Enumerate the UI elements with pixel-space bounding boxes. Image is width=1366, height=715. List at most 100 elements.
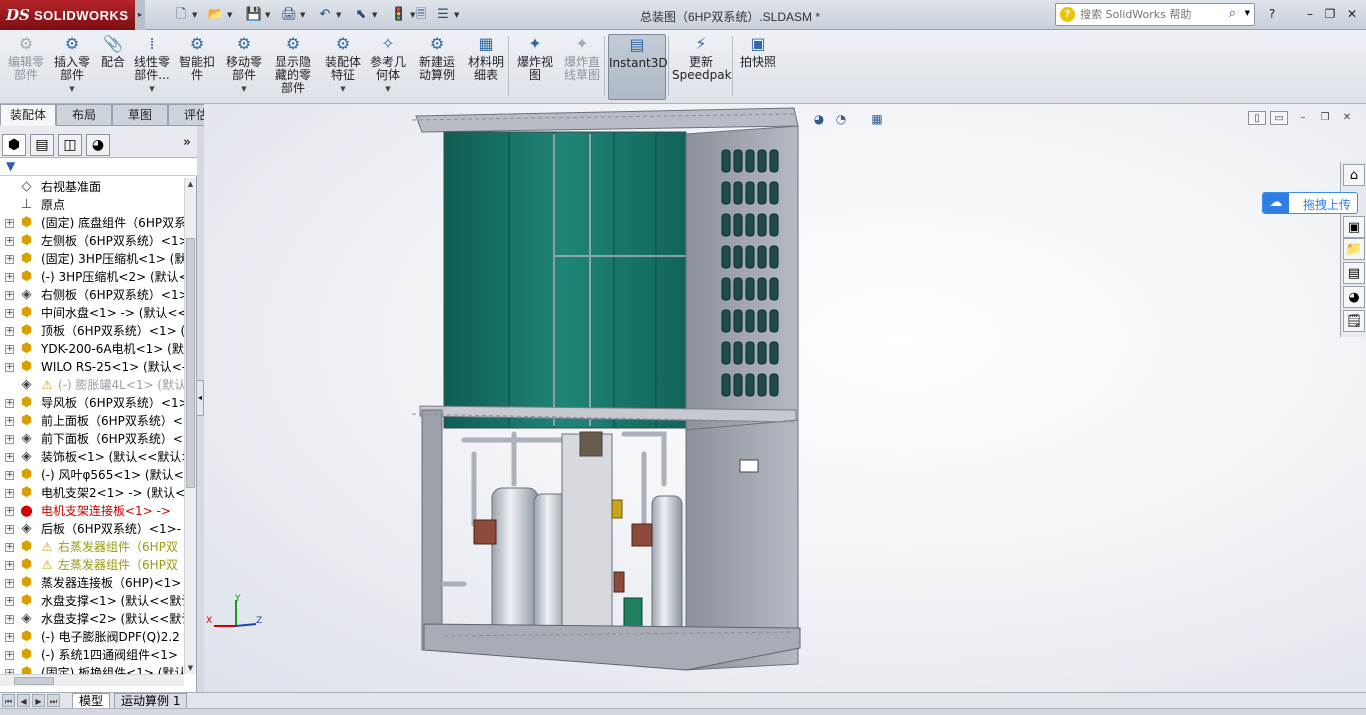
tree-node[interactable]: + ⬢ ⚠ 左蒸发器组件（6HP双	[0, 556, 184, 574]
chevron-down-icon[interactable]: ▼	[222, 83, 266, 96]
expand-icon[interactable]: +	[5, 417, 14, 426]
expand-icon[interactable]: +	[5, 399, 14, 408]
chevron-down-icon[interactable]: ▼	[366, 83, 410, 96]
bottom-tab-0[interactable]: 模型	[72, 693, 111, 709]
tree-node[interactable]: + ⬢ (-) 系统1四通阀组件<1>	[0, 646, 184, 664]
help-search-input[interactable]	[1080, 6, 1220, 23]
tree-node[interactable]: + ◈ 后板（6HP双系统）<1>-	[0, 520, 184, 538]
tree-node[interactable]: ⊥ 原点	[0, 196, 184, 214]
viewport-split-icon[interactable]: ▯	[1248, 111, 1266, 125]
viewport-restore-icon[interactable]: ❐	[1316, 111, 1334, 125]
design-library-icon[interactable]: ▣	[1343, 216, 1365, 238]
tree-node[interactable]: + ⬢ 顶板（6HP双系统）<1> (	[0, 322, 184, 340]
minimize-button[interactable]: –	[1300, 5, 1320, 23]
search-icon[interactable]: ⌕	[1229, 6, 1236, 21]
new-motion-study-button[interactable]: ⚙ 新建运动算例	[414, 34, 460, 100]
snapshot-button[interactable]: ▣ 拍快照	[736, 34, 780, 100]
file-properties-icon[interactable]: 🗏	[410, 5, 432, 25]
print-icon[interactable]: 🖨	[278, 5, 300, 25]
expand-icon[interactable]: +	[5, 489, 14, 498]
expand-icon[interactable]: +	[5, 597, 14, 606]
linear-pattern-button[interactable]: ⁞ 线性零部件... ▼	[132, 34, 172, 100]
expand-icon[interactable]: +	[5, 633, 14, 642]
resources-pane-icon[interactable]: ⌂	[1343, 164, 1365, 186]
viewport-link-icon[interactable]: ▭	[1270, 111, 1288, 125]
solidworks-logo[interactable]: DS SOLIDWORKS	[0, 0, 135, 30]
options-icon[interactable]: ☰	[432, 5, 454, 25]
tree-node[interactable]: ◇ 右视基准面	[0, 178, 184, 196]
expand-icon[interactable]: +	[5, 363, 14, 372]
hscroll-thumb[interactable]	[14, 677, 54, 685]
chevron-down-icon[interactable]: ▼	[132, 83, 172, 96]
tree-horizontal-scrollbar[interactable]	[0, 674, 184, 686]
expand-icon[interactable]: +	[5, 309, 14, 318]
expand-icon[interactable]: +	[5, 273, 14, 282]
tree-node[interactable]: + ⬢ (-) 电子膨胀阀DPF(Q)2.2	[0, 628, 184, 646]
expand-icon[interactable]: +	[5, 453, 14, 462]
tab-command-0[interactable]: 装配体	[0, 104, 56, 126]
chevron-down-icon[interactable]: ▼	[336, 5, 344, 25]
next-tab-icon[interactable]: ▶	[32, 694, 45, 707]
mate-button[interactable]: 📎 配合	[96, 34, 130, 100]
chevron-down-icon[interactable]: ▼	[322, 83, 364, 96]
expand-icon[interactable]: +	[5, 435, 14, 444]
chevron-down-icon[interactable]: ▼	[52, 83, 92, 96]
expand-icon[interactable]: +	[5, 327, 14, 336]
panel-collapse-handle[interactable]: ◂	[196, 380, 204, 416]
expand-icon[interactable]: +	[5, 507, 14, 516]
move-component-button[interactable]: ⚙ 移动零部件 ▼	[222, 34, 266, 100]
tree-node[interactable]: + ⬢ (固定) 底盘组件（6HP双系	[0, 214, 184, 232]
instant3d-button[interactable]: ▤ Instant3D	[608, 34, 668, 100]
tree-node[interactable]: + ⬢ WILO RS-25<1> (默认<-	[0, 358, 184, 376]
tree-node[interactable]: + ⬢ YDK-200-6A电机<1> (默	[0, 340, 184, 358]
expand-icon[interactable]: +	[5, 651, 14, 660]
tree-node[interactable]: + ⬢ 中间水盘<1> -> (默认<<折	[0, 304, 184, 322]
prev-tab-icon[interactable]: ◀	[17, 694, 30, 707]
expand-icon[interactable]: +	[5, 219, 14, 228]
help-button[interactable]: ?	[1262, 5, 1282, 23]
chevron-down-icon[interactable]: ▼	[454, 5, 462, 25]
chevron-down-icon[interactable]: ▼	[300, 5, 308, 25]
first-tab-icon[interactable]: ⏮	[2, 694, 15, 707]
expand-icon[interactable]: +	[5, 525, 14, 534]
tree-node[interactable]: + ⬢ 左侧板（6HP双系统）<1>	[0, 232, 184, 250]
chevron-down-icon[interactable]: ▼	[227, 5, 235, 25]
undo-icon[interactable]: ↶	[314, 5, 336, 25]
tree-node[interactable]: + ⬢ 水盘支撑<1> (默认<<默认	[0, 592, 184, 610]
bottom-tab-1[interactable]: 运动算例 1	[114, 693, 188, 709]
tree-vertical-scrollbar[interactable]: ▲ ▼	[184, 178, 196, 674]
rebuild-icon[interactable]: 🚦	[388, 5, 410, 25]
scroll-down-icon[interactable]: ▼	[185, 662, 196, 674]
expand-icon[interactable]: +	[5, 345, 14, 354]
tree-node[interactable]: + ⬢ (-) 3HP压缩机<2> (默认<	[0, 268, 184, 286]
displaymanager-tab[interactable]: ◕	[86, 134, 110, 156]
tree-node[interactable]: + ⬢ 电机支架2<1> -> (默认<	[0, 484, 184, 502]
explode-line-sketch-button[interactable]: ✦ 爆炸直线草图	[560, 34, 604, 100]
chevron-down-icon[interactable]: ▼	[265, 5, 273, 25]
tree-node[interactable]: + ⬢ (固定) 板换组件<1> (默认	[0, 664, 184, 674]
viewport-minimize-icon[interactable]: –	[1294, 111, 1312, 125]
assembly-features-button[interactable]: ⚙ 装配体特征 ▼	[322, 34, 364, 100]
tree-node[interactable]: + ◈ 右侧板（6HP双系统）<1>	[0, 286, 184, 304]
new-icon[interactable]: 🗋	[170, 5, 192, 25]
scroll-up-icon[interactable]: ▲	[185, 178, 196, 190]
custom-properties-icon[interactable]: 🗒	[1343, 310, 1365, 332]
close-button[interactable]: ✕	[1342, 5, 1362, 23]
reference-geometry-button[interactable]: ✧ 参考几何体 ▼	[366, 34, 410, 100]
restore-button[interactable]: ❐	[1320, 5, 1340, 23]
expand-icon[interactable]: +	[5, 255, 14, 264]
tree-node[interactable]: + ⬢ 前上面板（6HP双系统）<	[0, 412, 184, 430]
tree-node[interactable]: + ◈ 装饰板<1> (默认<<默认>	[0, 448, 184, 466]
expand-icon[interactable]: +	[5, 561, 14, 570]
chevron-down-icon[interactable]: ▼	[192, 5, 200, 25]
appearances-icon[interactable]: ◕	[1343, 286, 1365, 308]
tree-node[interactable]: + ⬢ ⚠ 右蒸发器组件（6HP双	[0, 538, 184, 556]
insert-component-button[interactable]: ⚙ 插入零部件 ▼	[52, 34, 92, 100]
bill-of-materials-button[interactable]: ▦ 材料明细表	[464, 34, 508, 100]
view-palette-icon[interactable]: ▤	[1343, 262, 1365, 284]
file-explorer-icon[interactable]: 📁	[1343, 238, 1365, 260]
tree-node[interactable]: + ⬢ (-) 风叶φ565<1> (默认<	[0, 466, 184, 484]
tab-command-1[interactable]: 布局	[56, 104, 112, 126]
tab-command-2[interactable]: 草图	[112, 104, 168, 126]
scroll-thumb[interactable]	[186, 238, 195, 488]
